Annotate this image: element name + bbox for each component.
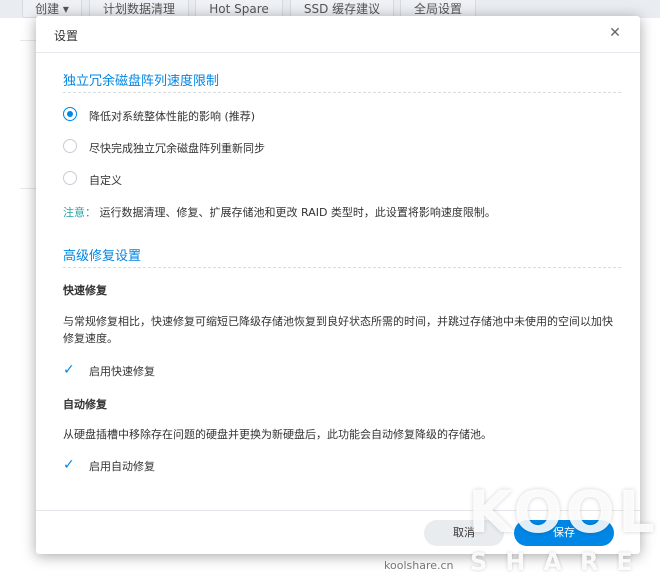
dialog-title: 设置 <box>54 29 79 43</box>
section-divider <box>63 92 621 93</box>
watermark-share: SHARE <box>470 548 651 576</box>
fast-repair-description: 与常规修复相比，快速修复可缩短已降级存储池恢复到良好状态所需的时间，并跳过存储池… <box>63 315 613 345</box>
note-text: 运行数据清理、修复、扩展存储池和更改 RAID 类型时，此设置将影响速度限制。 <box>99 206 496 219</box>
settings-dialog: 设置 ✕ 独立冗余磁盘阵列速度限制 降低对系统整体性能的影响 (推荐) 尽快完成… <box>36 16 640 554</box>
option-reduce-impact-label: 降低对系统整体性能的影响 (推荐) <box>89 110 256 123</box>
raid-speed-section-title: 独立冗余磁盘阵列速度限制 <box>63 74 220 89</box>
radio-reduce-impact[interactable] <box>63 107 77 121</box>
radio-custom[interactable] <box>63 171 77 185</box>
note-label: 注意： <box>63 206 96 219</box>
auto-repair-heading: 自动修复 <box>63 398 107 411</box>
watermark-logo: KOOL <box>468 478 658 546</box>
advanced-repair-section-title: 高级修复设置 <box>63 249 142 264</box>
dialog-header: 设置 ✕ <box>36 16 640 53</box>
enable-fast-repair-label: 启用快速修复 <box>89 365 155 378</box>
auto-repair-description: 从硬盘插槽中移除存在问题的硬盘并更换为新硬盘后，此功能会自动修复降级的存储池。 <box>63 428 492 441</box>
raid-note: 注意： 运行数据清理、修复、扩展存储池和更改 RAID 类型时，此设置将影响速度… <box>63 204 496 220</box>
enable-auto-repair-checkbox[interactable]: ✓ <box>63 458 77 472</box>
close-icon[interactable]: ✕ <box>606 24 624 42</box>
option-custom-label: 自定义 <box>89 174 122 187</box>
enable-auto-repair-label: 启用自动修复 <box>89 460 155 473</box>
radio-resync-asap[interactable] <box>63 139 77 153</box>
section-divider <box>63 267 621 268</box>
fast-repair-heading: 快速修复 <box>63 284 107 297</box>
enable-fast-repair-checkbox[interactable]: ✓ <box>63 363 77 377</box>
watermark-site: koolshare.cn <box>384 559 454 572</box>
option-resync-asap-label: 尽快完成独立冗余磁盘阵列重新同步 <box>89 142 265 155</box>
